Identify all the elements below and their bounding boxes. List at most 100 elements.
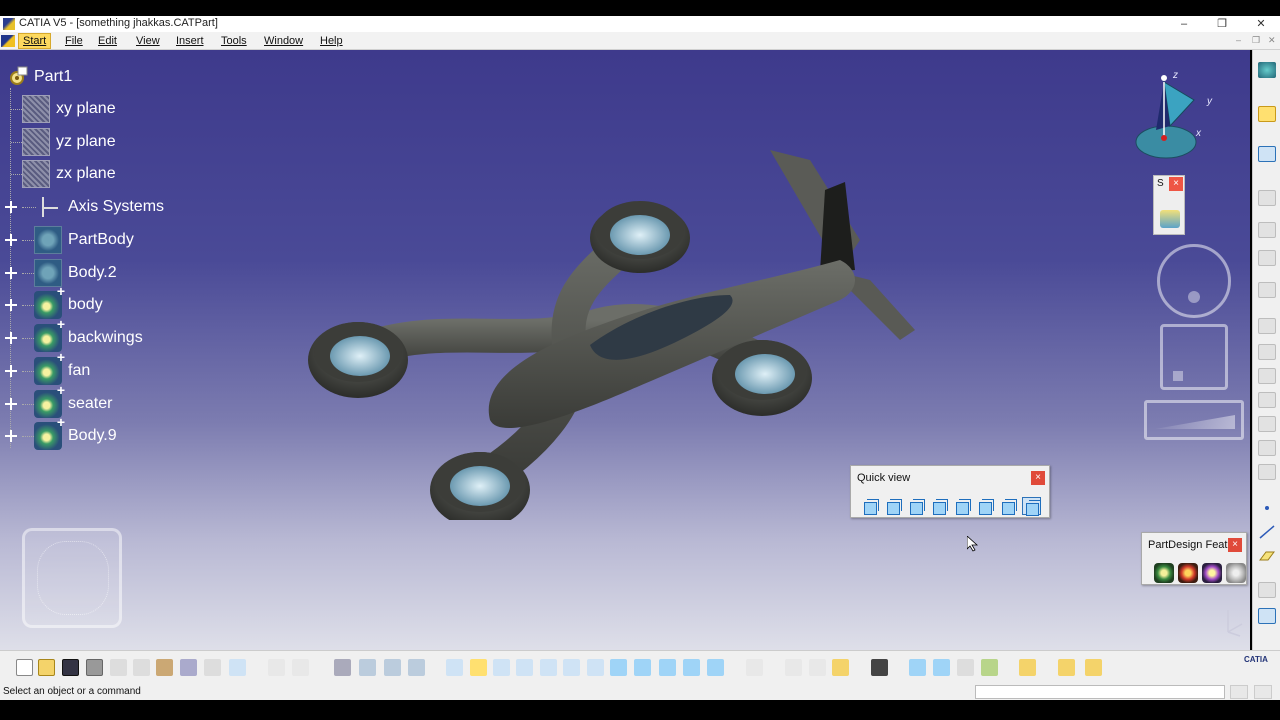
partdesign-close-icon[interactable]: ×	[1228, 538, 1242, 552]
save-icon[interactable]	[62, 659, 79, 676]
update-icon[interactable]	[746, 659, 763, 676]
tool-icon-7[interactable]	[1258, 368, 1276, 384]
help-icon[interactable]	[229, 659, 246, 676]
document-icon[interactable]	[1, 35, 15, 47]
left-view-icon[interactable]	[930, 497, 949, 515]
mdi-close-icon[interactable]: ✕	[1268, 35, 1276, 46]
plane-tool-icon[interactable]	[1258, 548, 1276, 564]
measure-icon[interactable]	[785, 659, 802, 676]
sketch-icon[interactable]	[1258, 146, 1276, 162]
point-icon[interactable]	[1258, 500, 1276, 516]
zoom-out-icon[interactable]	[563, 659, 580, 676]
expand-icon[interactable]	[5, 398, 17, 410]
tree-item-zx-plane[interactable]: zx plane	[0, 159, 116, 189]
expand-icon[interactable]	[5, 332, 17, 344]
new-file-icon[interactable]	[16, 659, 33, 676]
menu-help[interactable]: Help	[316, 34, 347, 48]
mini-toolbar-close-icon[interactable]: ×	[1169, 177, 1183, 191]
mdi-minimize-icon[interactable]: –	[1236, 35, 1241, 45]
line-icon[interactable]	[1258, 524, 1276, 540]
menu-file[interactable]: File	[61, 34, 87, 48]
tree-item-body[interactable]: body	[0, 283, 103, 320]
tool-icon-9[interactable]	[1258, 416, 1276, 432]
tree-item-yz-plane[interactable]: yz plane	[0, 127, 116, 157]
inertia-icon[interactable]	[809, 659, 826, 676]
hide-show-icon[interactable]	[408, 659, 425, 676]
hide-icon[interactable]	[683, 659, 700, 676]
cut-icon[interactable]	[110, 659, 127, 676]
open-file-icon[interactable]	[38, 659, 55, 676]
mdi-restore-icon[interactable]: ❐	[1252, 35, 1260, 46]
menu-edit[interactable]: Edit	[94, 34, 121, 48]
quick-view-close-icon[interactable]: ×	[1031, 471, 1045, 485]
fly-mode-icon[interactable]	[446, 659, 463, 676]
workbench-icon-2[interactable]	[1085, 659, 1102, 676]
tool-icon-11[interactable]	[1258, 464, 1276, 480]
menu-start[interactable]: Start	[18, 33, 52, 49]
sketch-layer-icon[interactable]	[1160, 210, 1180, 228]
3d-viewport[interactable]: Part1 xy plane yz plane zx plane Axis Sy…	[0, 50, 1250, 650]
catalog-icon[interactable]	[957, 659, 974, 676]
tool-icon-4[interactable]	[1258, 282, 1276, 298]
tree-item-fan[interactable]: fan	[0, 349, 90, 386]
drone-aircraft-model[interactable]	[300, 120, 920, 520]
tool-icon-6[interactable]	[1258, 344, 1276, 360]
expand-icon[interactable]	[5, 299, 17, 311]
status-button-1[interactable]	[1230, 685, 1248, 699]
menu-insert[interactable]: Insert	[172, 34, 208, 48]
sketch-tool-icon[interactable]	[909, 659, 926, 676]
paste-icon[interactable]	[156, 659, 173, 676]
tool-icon-12[interactable]	[1258, 582, 1276, 598]
named-views-icon[interactable]	[1022, 497, 1041, 516]
tool-icon-2[interactable]	[1258, 222, 1276, 238]
compass-settings-icon[interactable]	[1258, 62, 1276, 78]
rotate-icon[interactable]	[516, 659, 533, 676]
undo-icon[interactable]	[180, 659, 197, 676]
pad-icon[interactable]	[1154, 563, 1174, 583]
front-view-icon[interactable]	[884, 497, 903, 515]
status-button-2[interactable]	[1254, 685, 1272, 699]
expand-icon[interactable]	[5, 267, 17, 279]
knowledge-icon[interactable]	[981, 659, 998, 676]
fit-all-icon[interactable]	[470, 659, 487, 676]
redo-icon[interactable]	[204, 659, 221, 676]
expand-icon[interactable]	[5, 201, 17, 213]
restore-button[interactable]: ❐	[1208, 16, 1236, 32]
tool-icon-3[interactable]	[1258, 250, 1276, 266]
normal-view-icon[interactable]	[587, 659, 604, 676]
tree-item-body-9[interactable]: Body.9	[0, 414, 117, 451]
tree-item-partbody[interactable]: PartBody	[0, 225, 134, 255]
shaft-icon[interactable]	[1202, 563, 1222, 583]
print-icon[interactable]	[86, 659, 103, 676]
menu-tools[interactable]: Tools	[217, 34, 251, 48]
tree-root[interactable]: Part1	[6, 66, 72, 88]
tool-icon-8[interactable]	[1258, 392, 1276, 408]
navigation-widget[interactable]	[22, 528, 122, 628]
grid-icon[interactable]	[334, 659, 351, 676]
tree-item-xy-plane[interactable]: xy plane	[0, 94, 116, 124]
menu-window[interactable]: Window	[260, 34, 307, 48]
expand-icon[interactable]	[5, 234, 17, 246]
tool-icon-10[interactable]	[1258, 440, 1276, 456]
right-view-icon[interactable]	[953, 497, 972, 515]
top-view-icon[interactable]	[976, 497, 995, 515]
pan-icon[interactable]	[493, 659, 510, 676]
apply-material-icon[interactable]	[832, 659, 849, 676]
multi-view-icon[interactable]	[610, 659, 627, 676]
workbench-icon-1[interactable]	[1058, 659, 1075, 676]
tool-icon-5[interactable]	[1258, 318, 1276, 334]
command-input[interactable]	[975, 685, 1225, 699]
tree-icon[interactable]	[359, 659, 376, 676]
zoom-in-icon[interactable]	[540, 659, 557, 676]
shading-icon[interactable]	[659, 659, 676, 676]
swap-space-icon[interactable]	[707, 659, 724, 676]
back-view-icon[interactable]	[907, 497, 926, 515]
expand-icon[interactable]	[5, 430, 17, 442]
expand-icon[interactable]	[5, 365, 17, 377]
brush-icon[interactable]	[1019, 659, 1036, 676]
formula-icon[interactable]	[268, 659, 285, 676]
select-arrow-icon[interactable]	[1258, 106, 1276, 122]
tool-icon-13[interactable]	[1258, 608, 1276, 624]
close-button[interactable]: ✕	[1247, 16, 1275, 32]
minimize-button[interactable]: –	[1170, 16, 1198, 32]
